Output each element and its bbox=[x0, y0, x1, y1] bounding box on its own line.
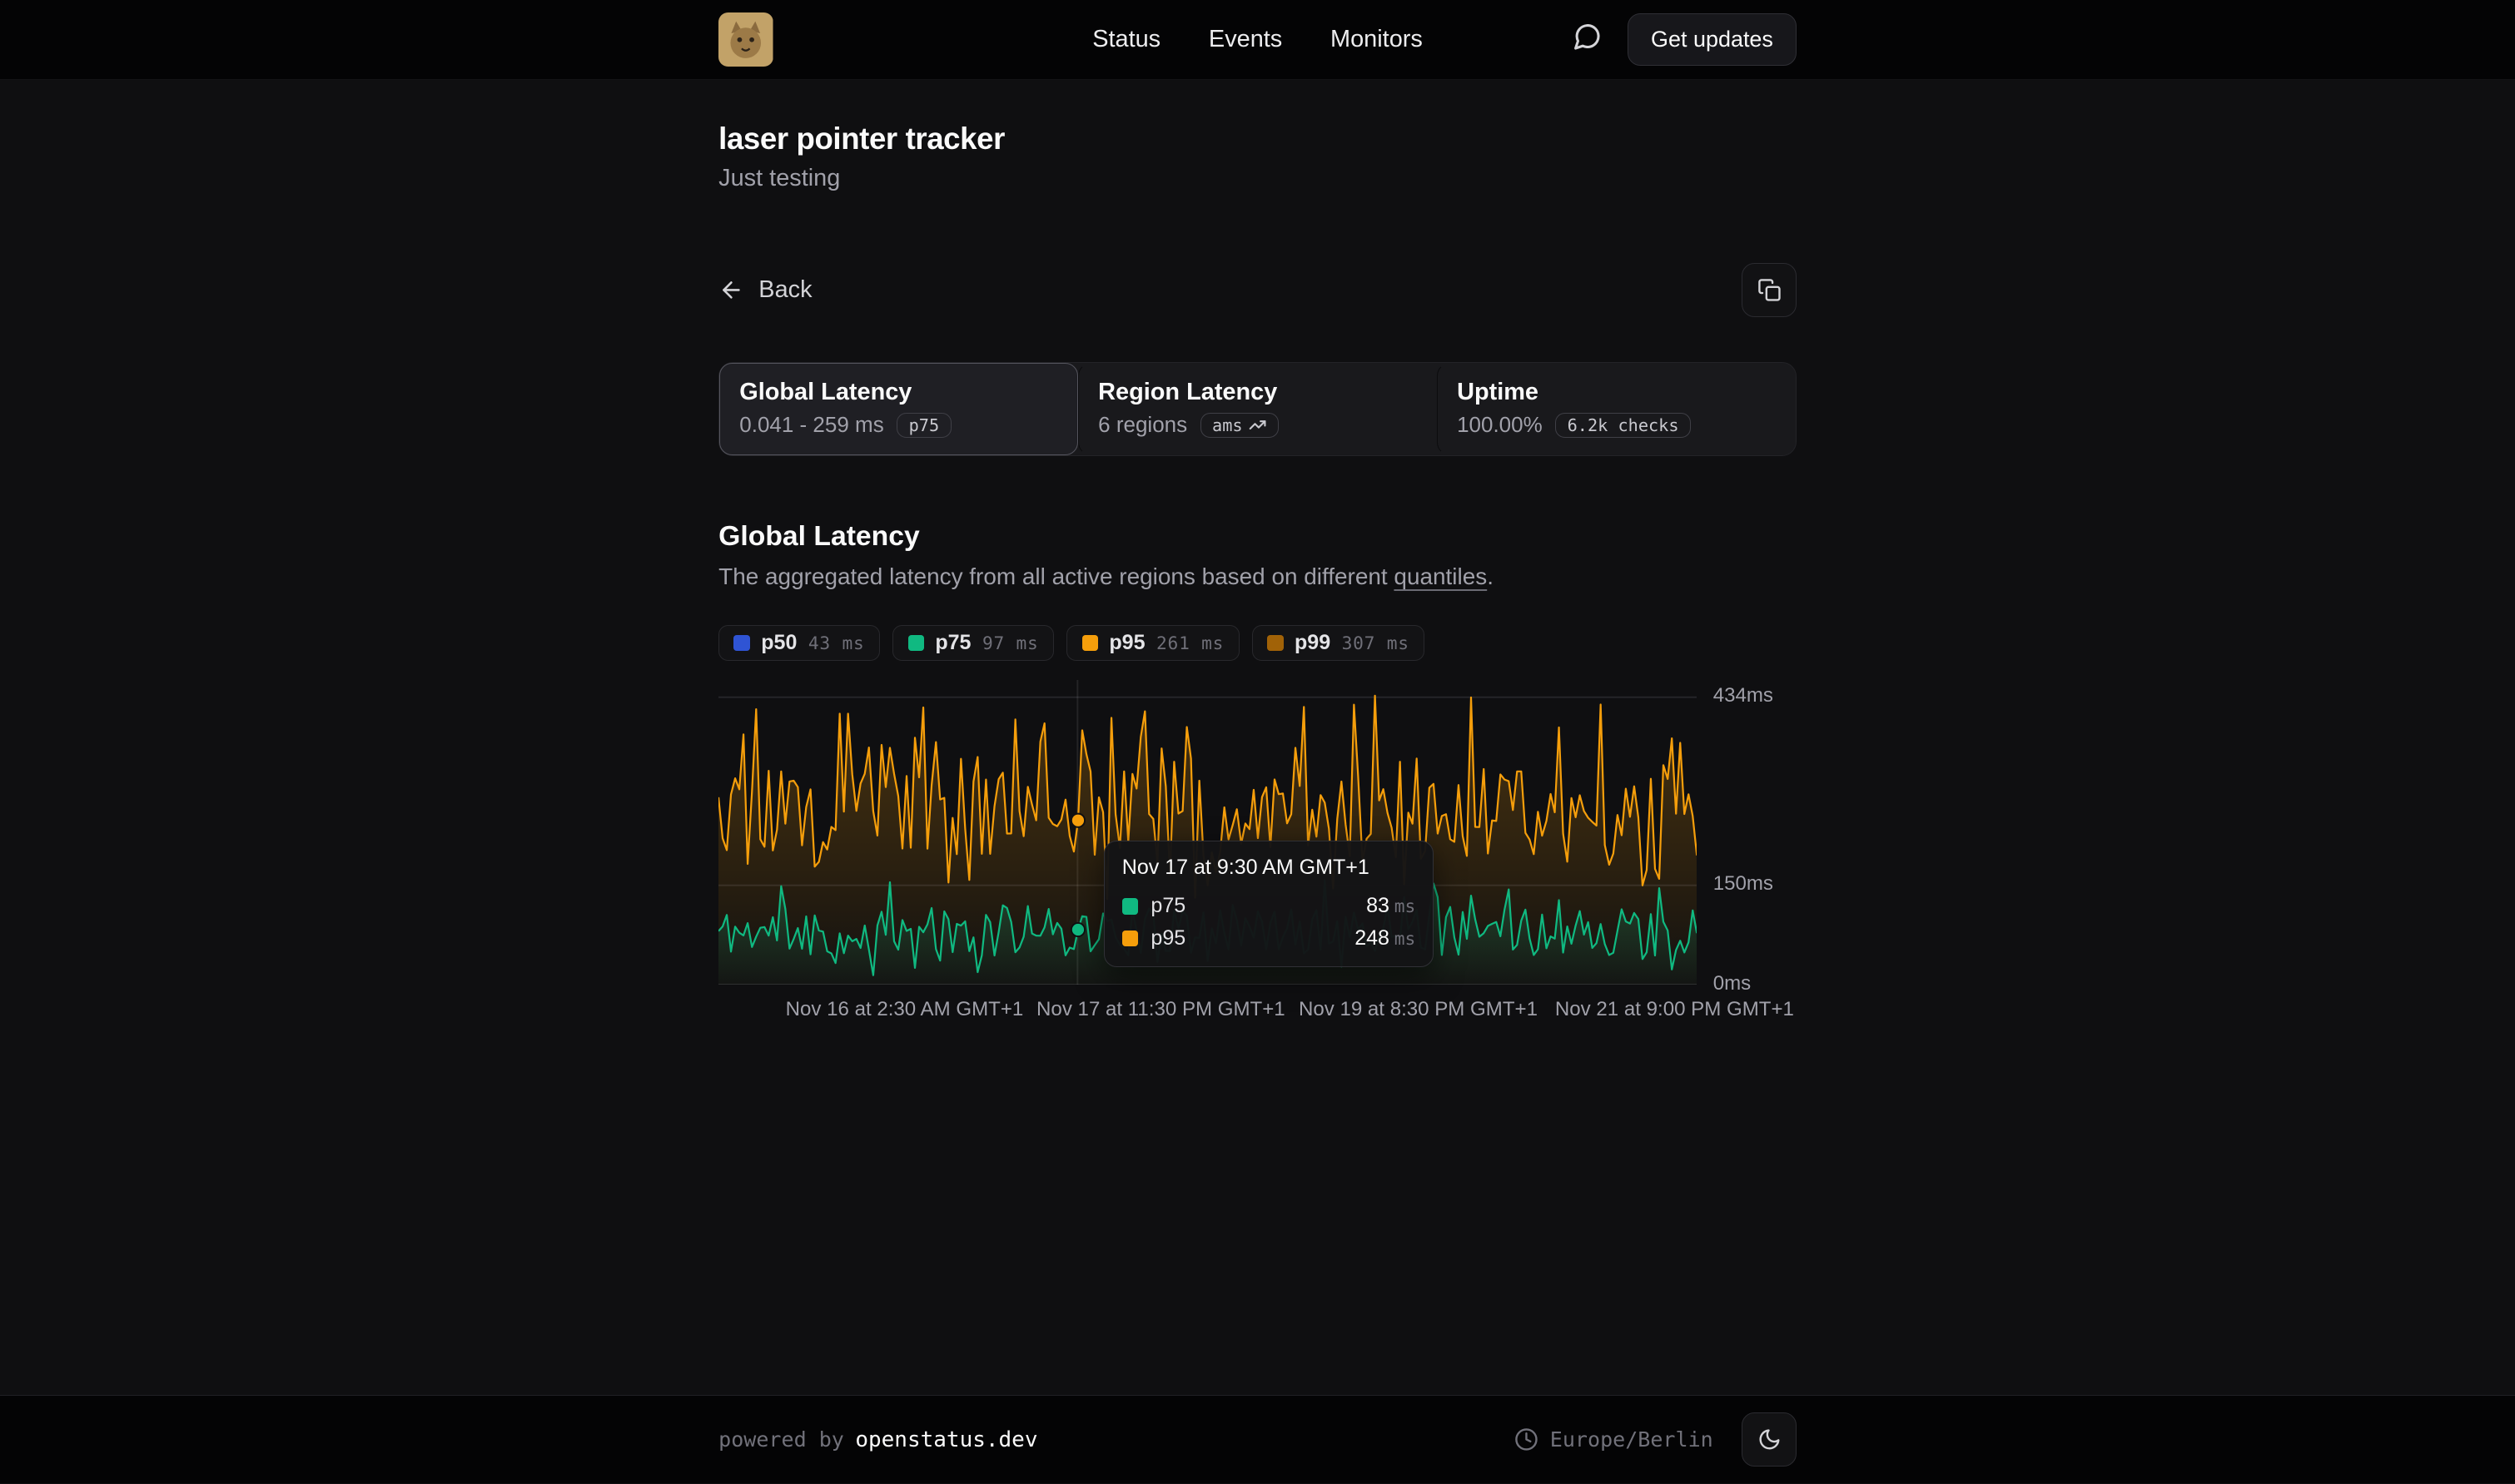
nav-events[interactable]: Events bbox=[1209, 26, 1282, 53]
p75-swatch bbox=[1122, 898, 1138, 914]
trending-up-icon bbox=[1249, 416, 1266, 434]
tab-title: Global Latency bbox=[739, 379, 1058, 406]
legend-value: 261 ms bbox=[1156, 633, 1224, 653]
clock-icon bbox=[1514, 1427, 1538, 1452]
tab-title: Uptime bbox=[1457, 379, 1776, 406]
tooltip-row-p75: p75 83ms bbox=[1122, 894, 1416, 918]
p95-swatch bbox=[1082, 635, 1098, 651]
back-label: Back bbox=[758, 276, 812, 304]
nav-status[interactable]: Status bbox=[1092, 26, 1161, 53]
page-subtitle: Just testing bbox=[718, 165, 1797, 192]
legend-item-p75[interactable]: p75 97 ms bbox=[892, 625, 1054, 661]
legend-value: 43 ms bbox=[808, 633, 865, 653]
section-title: Global Latency bbox=[718, 520, 1797, 553]
back-link[interactable]: Back bbox=[718, 276, 812, 304]
chart-tooltip: Nov 17 at 9:30 AM GMT+1 p75 83ms p95 248… bbox=[1104, 841, 1434, 968]
legend-value: 307 ms bbox=[1342, 633, 1409, 653]
message-bubble-icon bbox=[1572, 22, 1603, 58]
legend-label: p75 bbox=[935, 631, 971, 655]
nav-monitors[interactable]: Monitors bbox=[1330, 26, 1423, 53]
legend-item-p99[interactable]: p99 307 ms bbox=[1252, 625, 1424, 661]
tooltip-value: 248 bbox=[1354, 926, 1389, 950]
cat-logo-icon bbox=[718, 12, 773, 67]
p95-swatch bbox=[1122, 931, 1138, 946]
legend-item-p95[interactable]: p95 261 ms bbox=[1066, 625, 1239, 661]
x-tick-label: Nov 19 at 8:30 PM GMT+1 bbox=[1299, 998, 1538, 1021]
tooltip-unit: ms bbox=[1394, 928, 1416, 949]
tooltip-row-p95: p95 248ms bbox=[1122, 926, 1416, 950]
main-content: laser pointer tracker Just testing Back bbox=[0, 80, 2515, 1395]
feedback-button[interactable] bbox=[1572, 22, 1603, 58]
powered-by: powered by openstatus.dev bbox=[718, 1427, 1037, 1452]
tab-uptime[interactable]: Uptime 100.00% 6.2k checks bbox=[1437, 363, 1796, 454]
checks-badge: 6.2k checks bbox=[1555, 413, 1691, 438]
logo-image[interactable] bbox=[718, 12, 773, 67]
tab-title: Region Latency bbox=[1098, 379, 1417, 406]
openstatus-link[interactable]: openstatus.dev bbox=[855, 1427, 1037, 1452]
x-tick-label: Nov 16 at 2:30 AM GMT+1 bbox=[786, 998, 1024, 1021]
powered-label: powered by bbox=[718, 1427, 844, 1452]
x-tick-label: Nov 17 at 11:30 PM GMT+1 bbox=[1036, 998, 1285, 1021]
region-badge: ams bbox=[1200, 413, 1279, 438]
y-tick-label: 434ms bbox=[1713, 684, 1773, 707]
tab-subtitle: 0.041 - 259 ms bbox=[739, 412, 883, 438]
legend-item-p50[interactable]: p50 43 ms bbox=[718, 625, 880, 661]
quantiles-link[interactable]: quantiles bbox=[1394, 563, 1487, 589]
x-tick-label: Nov 21 at 9:00 PM GMT+1 bbox=[1555, 998, 1794, 1021]
header-actions: Get updates bbox=[1572, 13, 1797, 67]
legend-label: p99 bbox=[1295, 631, 1330, 655]
page-footer: powered by openstatus.dev Europe/Berlin bbox=[0, 1395, 2515, 1483]
metric-tabs: Global Latency 0.041 - 259 ms p75 Region… bbox=[718, 362, 1797, 455]
status-page: Status Events Monitors Get updates laser… bbox=[0, 0, 2515, 1483]
p75-swatch bbox=[908, 635, 924, 651]
tab-subtitle: 6 regions bbox=[1098, 412, 1187, 438]
section-description: The aggregated latency from all active r… bbox=[718, 563, 1797, 590]
tooltip-label: p75 bbox=[1151, 894, 1185, 918]
p75-badge: p75 bbox=[897, 413, 952, 438]
p50-swatch bbox=[733, 635, 749, 651]
copy-link-button[interactable] bbox=[1742, 263, 1797, 318]
tooltip-title: Nov 17 at 9:30 AM GMT+1 bbox=[1122, 856, 1416, 880]
page-title: laser pointer tracker bbox=[718, 80, 1797, 156]
legend-value: 97 ms bbox=[982, 633, 1039, 653]
legend-label: p95 bbox=[1109, 631, 1145, 655]
x-axis: Nov 16 at 2:30 AM GMT+1 Nov 17 at 11:30 … bbox=[718, 998, 1697, 1027]
get-updates-button[interactable]: Get updates bbox=[1628, 13, 1797, 67]
y-tick-label: 0ms bbox=[1713, 972, 1752, 995]
latency-chart-area: 434ms 150ms 0ms Nov 16 at 2:30 AM GMT+1 No… bbox=[718, 680, 1797, 1052]
moon-icon bbox=[1757, 1427, 1782, 1452]
main-nav: Status Events Monitors bbox=[1092, 26, 1423, 53]
top-nav: Status Events Monitors Get updates bbox=[0, 0, 2515, 80]
tab-subtitle: 100.00% bbox=[1457, 412, 1543, 438]
chart-legend: p50 43 ms p75 97 ms p95 261 ms p99 307 m… bbox=[718, 625, 1797, 661]
copy-icon bbox=[1757, 278, 1782, 302]
timezone-label: Europe/Berlin bbox=[1550, 1427, 1713, 1452]
tab-region-latency[interactable]: Region Latency 6 regions ams bbox=[1078, 363, 1437, 454]
arrow-left-icon bbox=[718, 277, 744, 303]
tab-global-latency[interactable]: Global Latency 0.041 - 259 ms p75 bbox=[719, 363, 1078, 454]
y-tick-label: 150ms bbox=[1713, 872, 1773, 896]
theme-toggle-button[interactable] bbox=[1742, 1412, 1797, 1467]
toolbar-row: Back bbox=[718, 263, 1797, 318]
tooltip-label: p95 bbox=[1151, 926, 1185, 950]
legend-label: p50 bbox=[761, 631, 797, 655]
timezone: Europe/Berlin bbox=[1514, 1427, 1712, 1452]
tooltip-unit: ms bbox=[1394, 896, 1416, 916]
p99-swatch bbox=[1267, 635, 1283, 651]
y-axis: 434ms150ms0ms bbox=[1713, 680, 1797, 985]
tooltip-value: 83 bbox=[1366, 894, 1389, 918]
